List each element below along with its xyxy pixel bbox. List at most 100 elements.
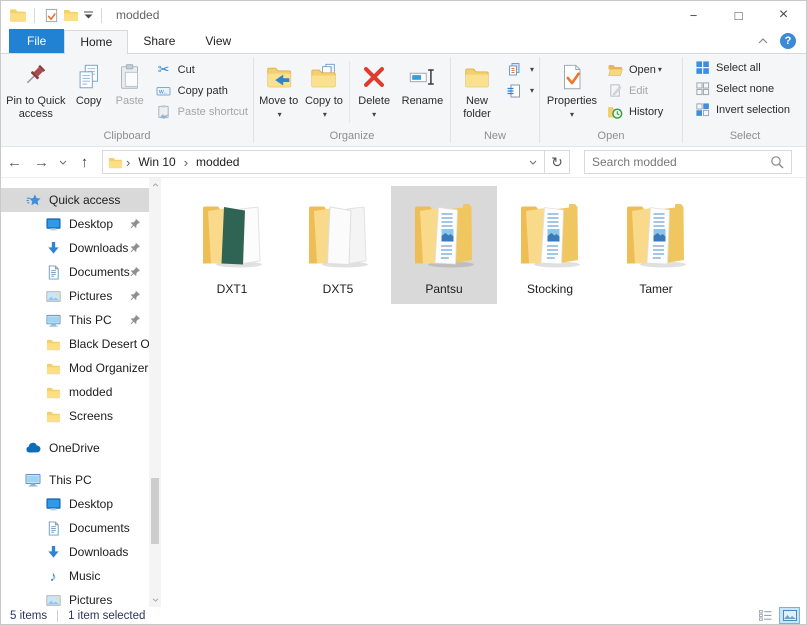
forward-button[interactable]: → bbox=[28, 148, 55, 176]
sidebar-item-this-pc-pinned[interactable]: This PC bbox=[1, 308, 161, 332]
folder-tile-dxt1[interactable]: DXT1 bbox=[179, 186, 285, 304]
qat-customize-dropdown[interactable] bbox=[81, 5, 95, 25]
new-item-button[interactable]: ▾ bbox=[501, 59, 537, 80]
folder-name: Tamer bbox=[639, 282, 672, 296]
move-to-icon bbox=[264, 59, 294, 95]
easy-access-button[interactable]: ▾ bbox=[501, 80, 537, 101]
sidebar-gap bbox=[1, 428, 161, 436]
sidebar-item-desktop[interactable]: Desktop bbox=[1, 212, 161, 236]
select-none-button[interactable]: Select none bbox=[689, 78, 777, 99]
selection-count: 1 item selected bbox=[68, 610, 145, 622]
sidebar-label: Downloads bbox=[69, 545, 128, 559]
scroll-down-icon[interactable] bbox=[149, 594, 161, 606]
folder-tile-tamer[interactable]: Tamer bbox=[603, 186, 709, 304]
minimize-button[interactable]: − bbox=[671, 1, 716, 29]
breadcrumb-win10[interactable]: Win 10 bbox=[131, 155, 182, 169]
copy-path-button[interactable]: w.. Copy path bbox=[151, 80, 251, 101]
address-dropdown-icon[interactable] bbox=[522, 151, 544, 173]
edit-button[interactable]: Edit bbox=[602, 80, 666, 101]
sidebar-item-pictures-pc[interactable]: Pictures bbox=[1, 588, 161, 607]
group-organize: Move to▾ Copy to▾ Delete ▾ bbox=[254, 54, 450, 146]
sidebar-label: Mod Organizer bbox=[69, 361, 148, 375]
qat-properties-icon[interactable] bbox=[41, 5, 61, 25]
invert-selection-button[interactable]: Invert selection bbox=[689, 99, 793, 120]
sidebar-item-downloads-pc[interactable]: Downloads bbox=[1, 540, 161, 564]
folder-icon bbox=[406, 188, 482, 281]
move-to-button[interactable]: Move to▾ bbox=[256, 57, 301, 121]
easy-access-icon bbox=[504, 83, 524, 99]
sidebar-label: Pictures bbox=[69, 593, 112, 607]
edit-icon bbox=[605, 83, 625, 99]
sidebar-item-mod-organizer[interactable]: Mod Organizer bbox=[1, 356, 161, 380]
history-label: History bbox=[629, 106, 663, 118]
group-label-organize: Organize bbox=[254, 129, 450, 146]
details-view-button[interactable] bbox=[755, 607, 776, 624]
downloads-icon bbox=[45, 240, 61, 256]
dropdown-icon: ▾ bbox=[278, 108, 282, 121]
cut-button[interactable]: ✂ Cut bbox=[151, 59, 251, 80]
sidebar-item-pictures[interactable]: Pictures bbox=[1, 284, 161, 308]
back-button[interactable]: ← bbox=[1, 148, 28, 176]
folder-tile-dxt5[interactable]: DXT5 bbox=[285, 186, 391, 304]
tab-view[interactable]: View bbox=[190, 29, 246, 53]
thumbnails-view-button[interactable] bbox=[779, 607, 800, 624]
rename-button[interactable]: Rename bbox=[397, 57, 448, 108]
paste-icon bbox=[115, 59, 145, 95]
window-title: modded bbox=[116, 8, 159, 22]
sidebar-item-black-desert[interactable]: Black Desert Onl bbox=[1, 332, 161, 356]
sidebar-item-music[interactable]: ♪ Music bbox=[1, 564, 161, 588]
sidebar-scrollbar[interactable] bbox=[149, 178, 161, 607]
scroll-up-icon[interactable] bbox=[149, 179, 161, 191]
copy-to-label: Copy to bbox=[305, 95, 343, 108]
address-bar[interactable]: › Win 10 › modded bbox=[102, 150, 545, 174]
properties-button[interactable]: Properties ▾ bbox=[542, 57, 602, 121]
sidebar-label: Downloads bbox=[69, 241, 128, 255]
sidebar-item-documents[interactable]: Documents bbox=[1, 260, 161, 284]
group-new: New folder ▾ ▾ bbox=[451, 54, 539, 146]
sidebar-item-screens[interactable]: Screens bbox=[1, 404, 161, 428]
search-box[interactable] bbox=[584, 150, 792, 174]
tab-file[interactable]: File bbox=[9, 29, 64, 53]
folder-tile-pantsu[interactable]: Pantsu bbox=[391, 186, 497, 304]
group-label-open: Open bbox=[540, 129, 682, 146]
group-label-select: Select bbox=[683, 129, 806, 146]
folder-name: DXT5 bbox=[323, 282, 354, 296]
paste-button[interactable]: Paste bbox=[109, 57, 151, 108]
search-icon[interactable] bbox=[770, 155, 784, 169]
select-all-button[interactable]: Select all bbox=[689, 57, 764, 78]
sidebar-label: This PC bbox=[69, 313, 112, 327]
delete-button[interactable]: Delete ▾ bbox=[352, 57, 397, 121]
sidebar-item-downloads[interactable]: Downloads bbox=[1, 236, 161, 260]
titlebar-separator bbox=[34, 8, 35, 23]
sidebar-item-modded[interactable]: modded bbox=[1, 380, 161, 404]
recent-locations-dropdown[interactable] bbox=[55, 148, 71, 176]
copy-button[interactable]: Copy bbox=[69, 57, 109, 108]
close-button[interactable]: × bbox=[761, 1, 806, 29]
sidebar-item-this-pc[interactable]: This PC bbox=[1, 468, 161, 492]
documents-icon bbox=[45, 264, 61, 280]
pin-to-quick-access-button[interactable]: Pin to Quick access bbox=[3, 57, 69, 121]
tab-home[interactable]: Home bbox=[64, 30, 128, 54]
collapse-ribbon-icon[interactable] bbox=[758, 38, 768, 44]
history-button[interactable]: History bbox=[602, 101, 666, 122]
sidebar-item-quick-access[interactable]: Quick access bbox=[1, 188, 161, 212]
scrollbar-thumb[interactable] bbox=[151, 478, 159, 544]
open-button[interactable]: Open ▾ bbox=[602, 59, 666, 80]
sidebar-item-onedrive[interactable]: OneDrive bbox=[1, 436, 161, 460]
refresh-button[interactable]: ↻ bbox=[545, 150, 570, 174]
copy-to-button[interactable]: Copy to▾ bbox=[301, 57, 346, 121]
sidebar-item-documents-pc[interactable]: Documents bbox=[1, 516, 161, 540]
maximize-button[interactable]: □ bbox=[716, 1, 761, 29]
breadcrumb-modded[interactable]: modded bbox=[189, 155, 246, 169]
help-icon[interactable]: ? bbox=[780, 33, 796, 49]
search-input[interactable] bbox=[592, 155, 770, 169]
desktop-icon bbox=[45, 496, 61, 512]
qat-new-folder-icon[interactable] bbox=[61, 5, 81, 25]
paste-shortcut-button[interactable]: Paste shortcut bbox=[151, 101, 251, 122]
tab-share[interactable]: Share bbox=[128, 29, 190, 53]
sidebar-item-desktop-pc[interactable]: Desktop bbox=[1, 492, 161, 516]
pin-icon bbox=[129, 218, 141, 230]
new-folder-button[interactable]: New folder bbox=[453, 57, 501, 121]
folder-tile-stocking[interactable]: Stocking bbox=[497, 186, 603, 304]
up-button[interactable]: ↑ bbox=[71, 148, 98, 176]
